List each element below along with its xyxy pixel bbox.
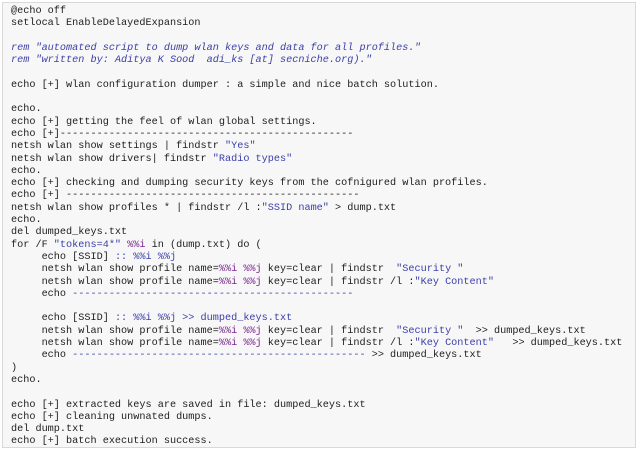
code-token: key=clear | findstr /l : [261, 276, 415, 288]
code-line: echo [SSID] :: %%i %%j [11, 252, 635, 264]
code-panel: @echo off setlocal EnableDelayedExpansion… [2, 2, 636, 448]
code-token: netsh wlan show profile name= [11, 325, 219, 337]
code-token: %%i %%j [218, 264, 262, 276]
code-token: key=clear | findstr /l : [261, 338, 415, 350]
code-token: echo [11, 288, 73, 300]
code-token: "Radio types" [212, 153, 293, 165]
code-token: "Key Content" [414, 276, 494, 288]
code-token: netsh wlan show profile name= [11, 338, 219, 350]
code-token: netsh wlan show settings | findstr [11, 141, 225, 153]
code-token: echo [11, 350, 73, 362]
code-token: netsh wlan show profile name= [11, 264, 219, 276]
code-line: echo [+] extracted keys are saved in fil… [11, 400, 635, 412]
code-token: echo [+] extracted keys are saved in fil… [11, 399, 366, 411]
code-token: echo. [11, 165, 42, 177]
code-line: echo [+] getting the feel of wlan global… [11, 117, 635, 129]
code-token: echo [+] -------------------------------… [11, 190, 360, 202]
code-token: "Security " [396, 325, 464, 337]
code-block: @echo off setlocal EnableDelayedExpansion… [11, 6, 635, 448]
code-token: del dumped_keys.txt [11, 227, 128, 239]
code-token: echo. [11, 104, 42, 116]
code-token: echo [+] cleaning unwnated dumps. [11, 411, 213, 423]
code-token: rem "written by: Aditya K Sood adi_ks [a… [11, 55, 372, 67]
code-token: echo. [11, 215, 42, 227]
code-line: ) [11, 363, 635, 375]
code-token: "Yes" [224, 141, 256, 153]
code-token: "SSID name" [261, 202, 329, 214]
code-line: echo. [11, 375, 635, 387]
code-token: for /F [11, 239, 54, 251]
code-line: rem "written by: Aditya K Sood adi_ks [a… [11, 55, 635, 67]
code-token: %%i %%j [218, 325, 262, 337]
code-token: "tokens=4*" [53, 239, 122, 251]
code-line: netsh wlan show profile name=%%i %%j key… [11, 326, 635, 338]
code-token: @echo off [11, 6, 67, 17]
code-line: del dumped_keys.txt [11, 227, 635, 239]
code-token: echo [SSID] [11, 251, 115, 263]
code-line: netsh wlan show settings | findstr "Yes" [11, 141, 635, 153]
code-token: in (dump.txt) do ( [145, 239, 262, 251]
code-line: echo [+] wlan configuration dumper : a s… [11, 80, 635, 92]
code-token: ----------------------------------------… [72, 350, 366, 362]
code-line: for /F "tokens=4*" %%i in (dump.txt) do … [11, 240, 635, 252]
code-line: netsh wlan show profiles * | findstr /l … [11, 203, 635, 215]
code-line: echo [+] batch execution success. [11, 436, 635, 448]
code-line: rem "automated script to dump wlan keys … [11, 43, 635, 55]
code-line: echo [+] cleaning unwnated dumps. [11, 412, 635, 424]
code-line: netsh wlan show drivers| findstr "Radio … [11, 154, 635, 166]
code-token: :: %%i %%j [114, 251, 177, 263]
code-token: del dump.txt [11, 424, 85, 436]
code-line: echo -----------------------------------… [11, 289, 635, 301]
code-line: @echo off [11, 6, 635, 18]
code-line: echo [+] -------------------------------… [11, 190, 635, 202]
code-line: echo [+]--------------------------------… [11, 129, 635, 141]
code-token: %%i [127, 239, 146, 251]
code-line: netsh wlan show profile name=%%i %%j key… [11, 264, 635, 276]
code-line: netsh wlan show profile name=%%i %%j key… [11, 338, 635, 350]
code-line: setlocal EnableDelayedExpansion [11, 18, 635, 30]
code-line: echo [SSID] :: %%i %%j >> dumped_keys.tx… [11, 313, 635, 325]
code-token: >> dumped_keys.txt [463, 325, 586, 337]
code-line: netsh wlan show profile name=%%i %%j key… [11, 277, 635, 289]
code-token: echo [+]--------------------------------… [11, 128, 354, 140]
code-line: del dump.txt [11, 424, 635, 436]
code-token: echo [SSID] [11, 313, 115, 325]
code-token: >> dumped_keys.txt [365, 350, 482, 362]
code-token: setlocal EnableDelayedExpansion [11, 18, 201, 30]
code-token: key=clear | findstr [261, 264, 397, 276]
code-token: "Security " [396, 264, 464, 276]
code-token: %%i %%j [218, 338, 262, 350]
code-token: netsh wlan show drivers| findstr [11, 153, 213, 165]
code-token: echo [+] batch execution success. [11, 436, 213, 448]
code-token: key=clear | findstr [261, 325, 397, 337]
code-line: echo. [11, 166, 635, 178]
code-token: echo [+] wlan configuration dumper : a s… [11, 79, 439, 91]
code-line: echo. [11, 215, 635, 227]
code-token: rem "automated script to dump wlan keys … [11, 42, 421, 54]
code-token: > dump.txt [328, 202, 397, 214]
code-token: netsh wlan show profiles * | findstr /l … [11, 202, 262, 214]
code-token: :: %%i %%j >> dumped_keys.txt [114, 313, 293, 325]
code-line: echo -----------------------------------… [11, 350, 635, 362]
code-token: ) [11, 362, 18, 374]
code-token: %%i %%j [218, 276, 262, 288]
code-token: netsh wlan show profile name= [11, 276, 219, 288]
code-token: echo. [11, 374, 42, 386]
code-token: "Key Content" [414, 338, 494, 350]
code-token: ----------------------------------------… [72, 288, 354, 300]
code-line: echo. [11, 104, 635, 116]
code-line: echo [+] checking and dumping security k… [11, 178, 635, 190]
code-token: echo [+] checking and dumping security k… [11, 178, 488, 190]
code-token: >> dumped_keys.txt [493, 338, 623, 350]
code-token: echo [+] getting the feel of wlan global… [11, 116, 317, 128]
